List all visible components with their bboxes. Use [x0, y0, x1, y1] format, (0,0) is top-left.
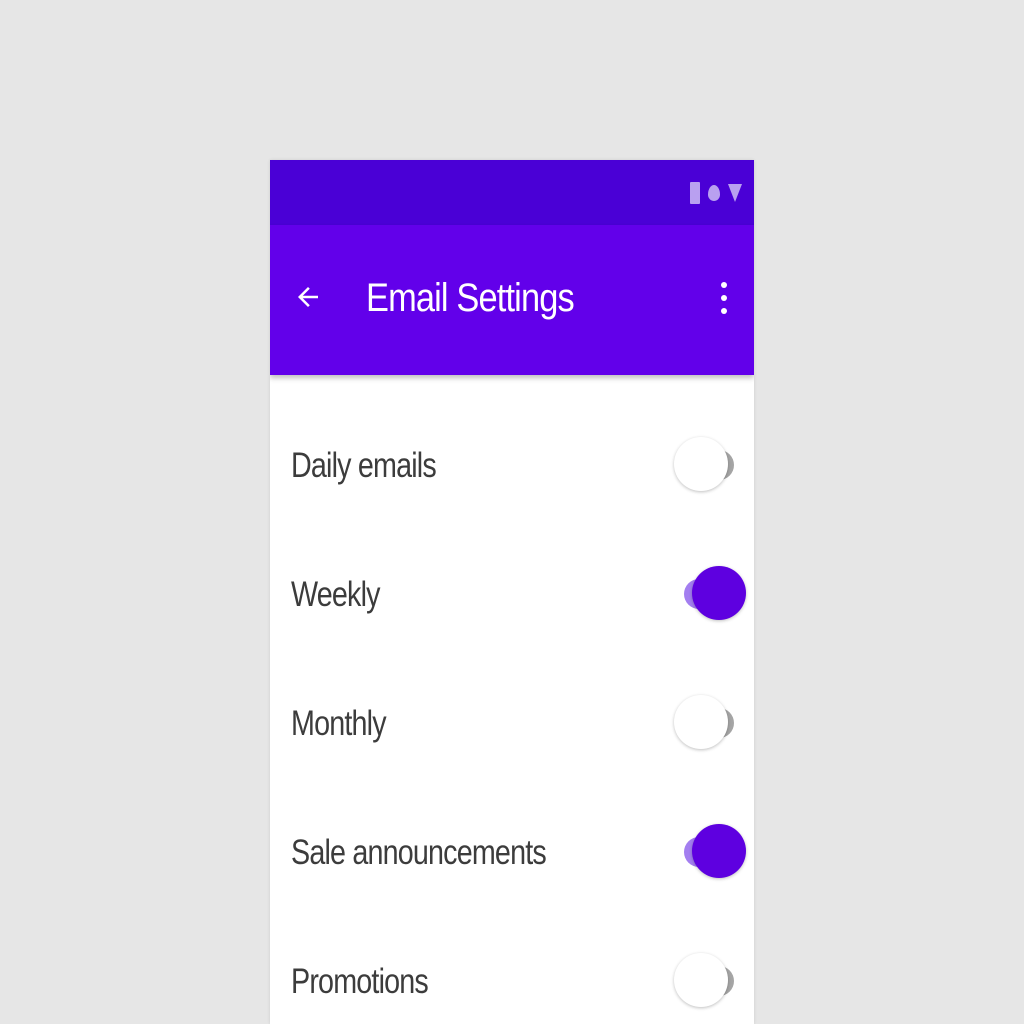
setting-row-sale-announcements[interactable]: Sale announcements: [270, 787, 754, 916]
wifi-icon: [708, 185, 720, 201]
status-bar: [270, 160, 754, 225]
setting-label: Sale announcements: [291, 833, 547, 872]
promotions-toggle[interactable]: [674, 953, 738, 1009]
arrow-back-icon: [298, 287, 318, 307]
switch-thumb: [674, 437, 728, 491]
switch-thumb: [674, 953, 728, 1007]
monthly-toggle[interactable]: [674, 695, 738, 751]
back-button[interactable]: [288, 277, 328, 317]
status-icons: [690, 182, 742, 204]
setting-row-daily-emails[interactable]: Daily emails: [270, 400, 754, 529]
app-bar: Email Settings: [270, 225, 754, 375]
setting-row-weekly[interactable]: Weekly: [270, 529, 754, 658]
sale-announcements-toggle[interactable]: [674, 824, 746, 880]
setting-label: Promotions: [291, 962, 429, 1001]
menu-dot: [721, 308, 727, 314]
phone-screen: Email Settings Daily emails Weekly Month…: [270, 160, 754, 1024]
page-title: Email Settings: [366, 276, 575, 320]
setting-row-monthly[interactable]: Monthly: [270, 658, 754, 787]
settings-list: Daily emails Weekly Monthly Sale announc…: [270, 400, 754, 1024]
switch-thumb: [674, 695, 728, 749]
daily-emails-toggle[interactable]: [674, 437, 738, 493]
signal-icon: [728, 184, 742, 202]
switch-thumb: [692, 566, 746, 620]
menu-dot: [721, 295, 727, 301]
battery-icon: [690, 182, 700, 204]
more-vert-icon[interactable]: [708, 275, 740, 321]
switch-thumb: [692, 824, 746, 878]
setting-label: Monthly: [291, 704, 387, 743]
setting-label: Daily emails: [291, 446, 437, 485]
weekly-toggle[interactable]: [674, 566, 746, 622]
setting-row-promotions[interactable]: Promotions: [270, 916, 754, 1024]
setting-label: Weekly: [291, 575, 380, 614]
menu-dot: [721, 282, 727, 288]
